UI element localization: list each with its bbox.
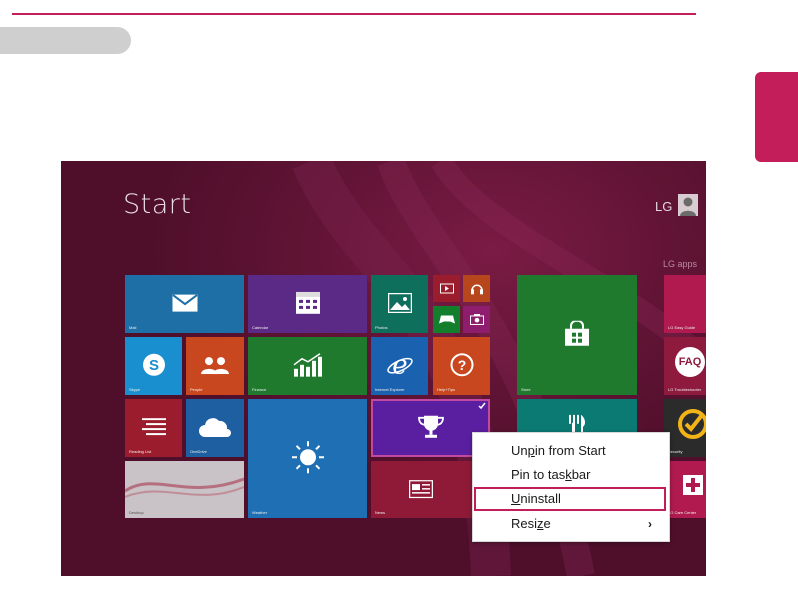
care-plus-icon	[683, 475, 703, 495]
menu-item-unpin-from-start[interactable]: Unpin from Start	[474, 439, 666, 463]
tile-mail[interactable]: Mail	[125, 275, 244, 333]
tile-label: Finance	[252, 387, 267, 392]
tile-finance[interactable]: Finance	[248, 337, 367, 395]
section-label-pill	[0, 27, 131, 54]
start-title: Start	[123, 189, 192, 220]
camera-icon	[469, 313, 484, 325]
security-check-icon	[678, 409, 706, 439]
svg-text:e: e	[392, 352, 407, 378]
selected-check-icon	[477, 401, 487, 411]
photo-icon	[387, 293, 412, 313]
context-menu: Unpin from Start Pin to taskbar Uninstal…	[472, 432, 670, 542]
tile-label: Desktop	[129, 510, 144, 515]
tile-lg-easy-guide[interactable]: LG Easy Guide	[664, 275, 706, 333]
tile-label: News	[375, 510, 386, 515]
store-bag-icon	[563, 320, 591, 347]
faq-icon: FAQ	[675, 347, 705, 377]
tile-label: Reading List	[129, 449, 152, 454]
menu-item-resize[interactable]: Resize ›	[474, 512, 666, 536]
tile-onedrive[interactable]: OneDrive	[186, 399, 244, 457]
tile-video[interactable]	[433, 275, 460, 302]
menu-item-uninstall[interactable]: Uninstall	[474, 487, 666, 511]
tile-games[interactable]	[433, 306, 460, 333]
menu-text: in from Start	[534, 443, 606, 458]
tile-camera[interactable]	[463, 306, 490, 333]
mail-icon	[171, 294, 198, 312]
tile-help-tips[interactable]: ? Help+Tips	[433, 337, 490, 395]
help-icon: ?	[450, 353, 474, 377]
menu-accelerator: p	[527, 443, 535, 458]
group-label-lg-apps: LG apps	[663, 259, 698, 269]
finance-chart-icon	[292, 353, 324, 377]
tile-label: OneDrive	[190, 449, 207, 454]
tile-weather[interactable]: Weather	[248, 399, 367, 518]
menu-text: bar	[571, 467, 591, 482]
tile-security[interactable]: Security	[664, 399, 706, 457]
menu-text: Pin to tas	[511, 467, 566, 482]
tile-label: Security	[668, 449, 683, 454]
tile-lg-care-center[interactable]: LG Care Center	[664, 461, 706, 518]
tile-label: Calendar	[252, 325, 269, 330]
tile-internet-explorer[interactable]: e Internet Explorer	[371, 337, 428, 395]
tile-label: Photos	[375, 325, 388, 330]
side-chapter-tab	[755, 72, 798, 162]
gamepad-icon	[438, 314, 455, 324]
tile-reading-list[interactable]: Reading List	[125, 399, 182, 457]
tile-label: Help+Tips	[437, 387, 455, 392]
tile-music[interactable]	[463, 275, 490, 302]
skype-icon: S	[142, 353, 166, 377]
tile-store[interactable]: Store	[517, 275, 637, 395]
menu-item-pin-to-taskbar[interactable]: Pin to taskbar	[474, 463, 666, 487]
reading-list-icon	[141, 418, 166, 436]
tile-label: LG Care Center	[668, 510, 697, 515]
tile-label: Skype	[129, 387, 141, 392]
cloud-icon	[199, 417, 231, 437]
svg-text:?: ?	[457, 357, 466, 373]
people-icon	[200, 356, 230, 375]
tile-calendar[interactable]: Calendar	[248, 275, 367, 333]
sun-icon	[291, 440, 325, 474]
menu-accelerator: U	[511, 491, 521, 506]
tile-label: People	[190, 387, 203, 392]
tile-label: LG Easy Guide	[668, 325, 696, 330]
tile-photos[interactable]: Photos	[371, 275, 428, 333]
menu-text: Un	[511, 443, 528, 458]
trophy-icon	[417, 415, 444, 439]
headphones-icon	[470, 281, 484, 295]
internet-explorer-icon: e	[386, 352, 414, 378]
tile-label: Store	[521, 387, 531, 392]
tile-people[interactable]: People	[186, 337, 244, 395]
calendar-icon	[295, 291, 320, 314]
user-avatar-icon[interactable]	[678, 194, 698, 216]
menu-text: e	[543, 516, 551, 531]
tile-label: Weather	[252, 510, 268, 515]
tile-lg-troubleshooter[interactable]: FAQ LG Troubleshooter	[664, 337, 706, 395]
user-name[interactable]: LG	[655, 199, 672, 214]
header-rule	[12, 13, 696, 15]
chevron-right-icon: ›	[648, 517, 652, 531]
tile-label: LG Troubleshooter	[668, 387, 702, 392]
svg-text:S: S	[148, 357, 158, 374]
news-icon	[409, 479, 433, 498]
tile-label: Mail	[129, 325, 137, 330]
tile-label: Internet Explorer	[375, 387, 405, 392]
video-icon	[439, 283, 454, 293]
menu-text: ninstall	[520, 491, 561, 506]
menu-text: Resi	[511, 516, 538, 531]
tile-desktop[interactable]: Desktop	[125, 461, 244, 518]
tile-skype[interactable]: S Skype	[125, 337, 182, 395]
